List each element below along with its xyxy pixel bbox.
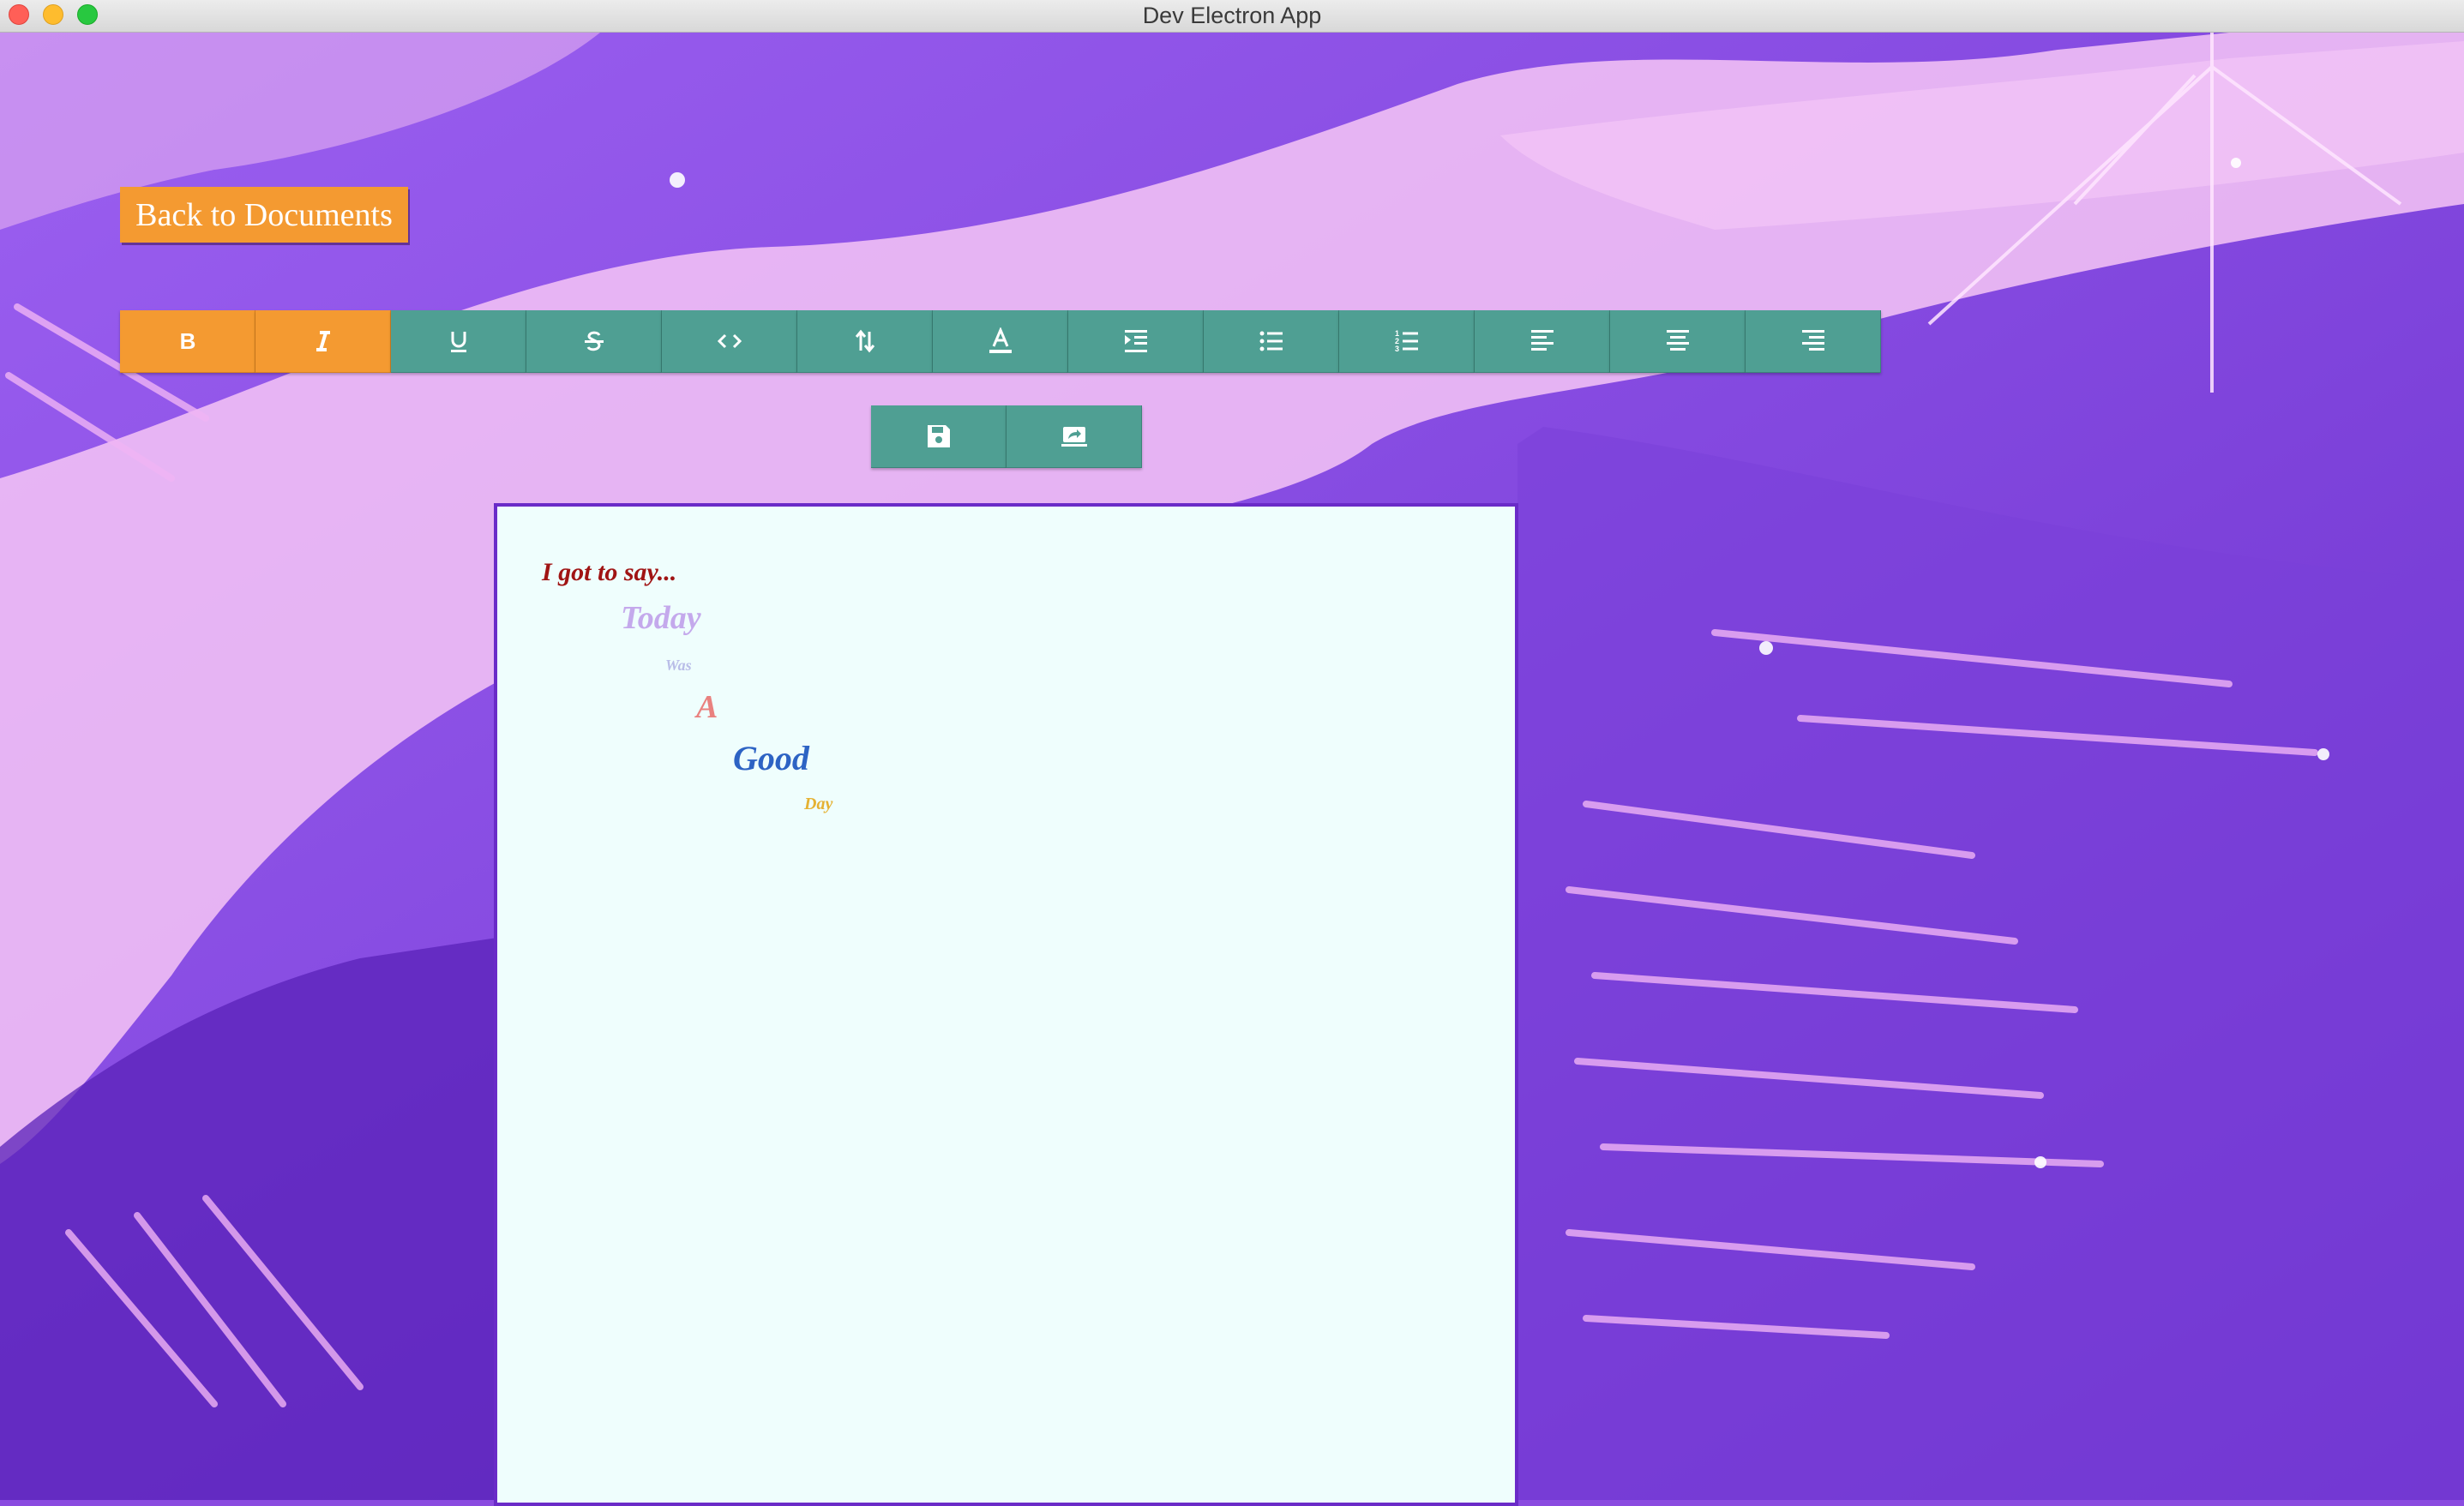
document-editor[interactable]: I got to say... Today Was A Good Day (494, 503, 1518, 1506)
align-center-icon (1666, 330, 1689, 351)
bulleted-list-button[interactable] (1204, 310, 1339, 373)
numbered-list-button[interactable]: 123 (1339, 310, 1475, 373)
svg-text:3: 3 (1395, 345, 1399, 353)
bold-button[interactable]: B (120, 310, 255, 373)
align-right-button[interactable] (1746, 310, 1881, 373)
code-button[interactable] (662, 310, 797, 373)
indent-button[interactable] (1068, 310, 1204, 373)
document-actions-toolbar (871, 405, 1142, 468)
arrows-up-down-icon (855, 329, 874, 353)
italic-icon (316, 331, 330, 351)
list-ol-icon: 123 (1395, 329, 1418, 353)
indent-icon (1124, 330, 1147, 352)
bold-icon: B (179, 328, 195, 354)
document-line-3: Was (665, 657, 692, 674)
text-color-button[interactable] (933, 310, 1068, 373)
share-button[interactable] (1007, 405, 1142, 468)
underline-icon (450, 332, 466, 352)
align-center-button[interactable] (1610, 310, 1746, 373)
italic-button[interactable] (255, 310, 391, 373)
document-line-4: A (696, 689, 718, 725)
font-size-button[interactable] (797, 310, 933, 373)
align-left-button[interactable] (1475, 310, 1610, 373)
document-line-1: I got to say... (542, 558, 677, 586)
window-title-bar: Dev Electron App (0, 0, 2464, 33)
strikethrough-button[interactable] (526, 310, 662, 373)
text-color-icon (989, 327, 1012, 353)
document-line-2: Today (621, 600, 701, 636)
list-ul-icon (1259, 331, 1283, 351)
align-right-icon (1801, 330, 1824, 351)
back-to-documents-button[interactable]: Back to Documents (120, 187, 408, 243)
formatting-toolbar: B 123 (120, 310, 1881, 373)
code-icon (717, 333, 742, 349)
underline-button[interactable] (391, 310, 526, 373)
svg-text:B: B (179, 328, 195, 354)
align-left-icon (1530, 330, 1554, 351)
share-screen-icon (1061, 427, 1087, 447)
document-line-6: Day (804, 795, 833, 813)
document-line-5: Good (733, 739, 809, 777)
save-button[interactable] (871, 405, 1007, 468)
save-icon (927, 425, 950, 447)
strikethrough-icon (584, 331, 604, 351)
window-title: Dev Electron App (1142, 3, 1322, 28)
